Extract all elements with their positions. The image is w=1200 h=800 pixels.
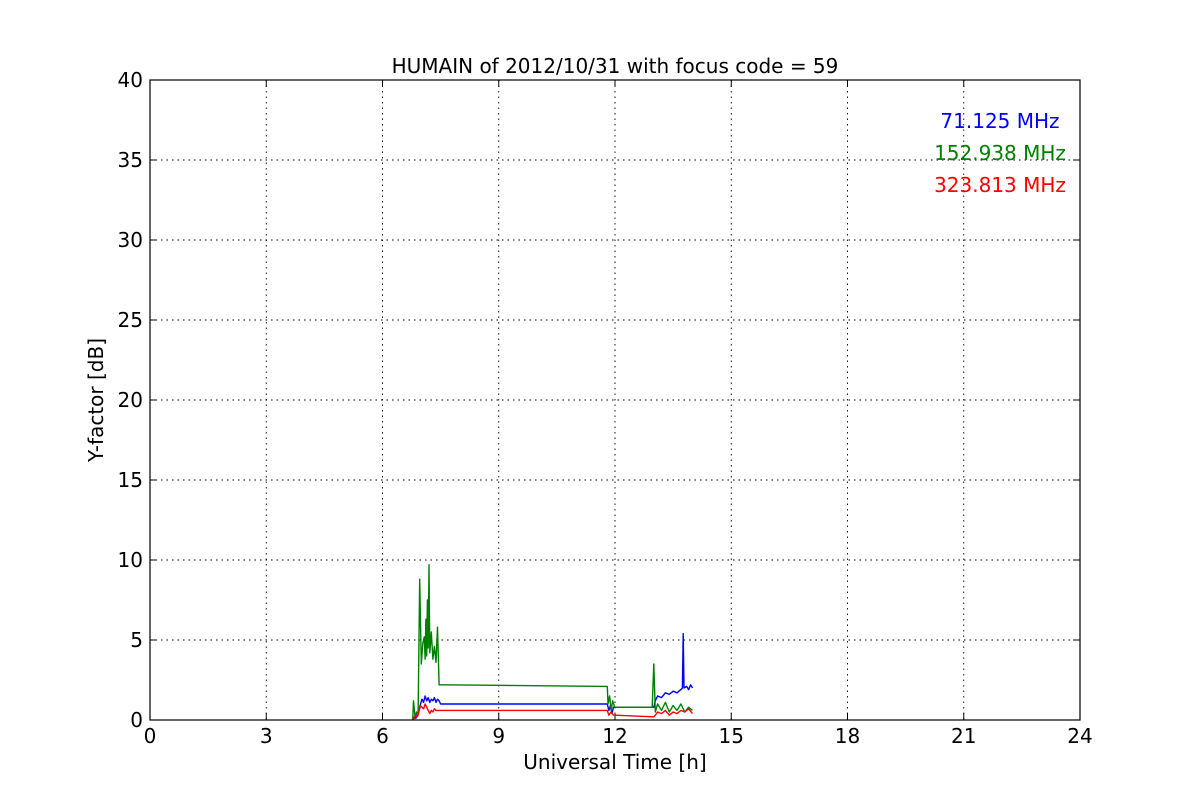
y-tick-label: 25 (118, 308, 143, 332)
legend: 71.125 MHz 152.938 MHz 323.813 MHz (934, 109, 1066, 197)
x-tick-label: 0 (144, 724, 157, 748)
series-line (412, 703, 694, 721)
y-tick-label: 15 (118, 468, 143, 492)
y-tick-label: 35 (118, 148, 143, 172)
data-series (412, 564, 694, 721)
y-tick-label: 20 (118, 388, 143, 412)
x-tick-label: 9 (492, 724, 505, 748)
chart-title: HUMAIN of 2012/10/31 with focus code = 5… (392, 54, 839, 78)
y-tick-label: 0 (130, 708, 143, 732)
y-axis-label: Y-factor [dB] (84, 338, 108, 463)
y-tick-label: 5 (130, 628, 143, 652)
axis-ticks: 0 3 6 9 12 15 18 21 24 0 5 10 15 20 25 30 35 40 (118, 68, 1093, 748)
y-factor-line-chart: HUMAIN of 2012/10/31 with focus code = 5… (84, 54, 1093, 774)
y-tick-label: 30 (118, 228, 143, 252)
x-tick-label: 15 (719, 724, 744, 748)
x-axis-label: Universal Time [h] (523, 750, 706, 774)
x-tick-label: 6 (376, 724, 389, 748)
y-tick-label: 40 (118, 68, 143, 92)
x-tick-label: 18 (835, 724, 860, 748)
y-tick-label: 10 (118, 548, 143, 572)
series-line (412, 564, 693, 721)
x-tick-label: 21 (951, 724, 976, 748)
x-tick-label: 24 (1067, 724, 1092, 748)
x-tick-label: 3 (260, 724, 273, 748)
legend-entry: 71.125 MHz (940, 109, 1059, 133)
x-tick-label: 12 (602, 724, 627, 748)
legend-entry: 152.938 MHz (934, 141, 1066, 165)
legend-entry: 323.813 MHz (934, 173, 1066, 197)
